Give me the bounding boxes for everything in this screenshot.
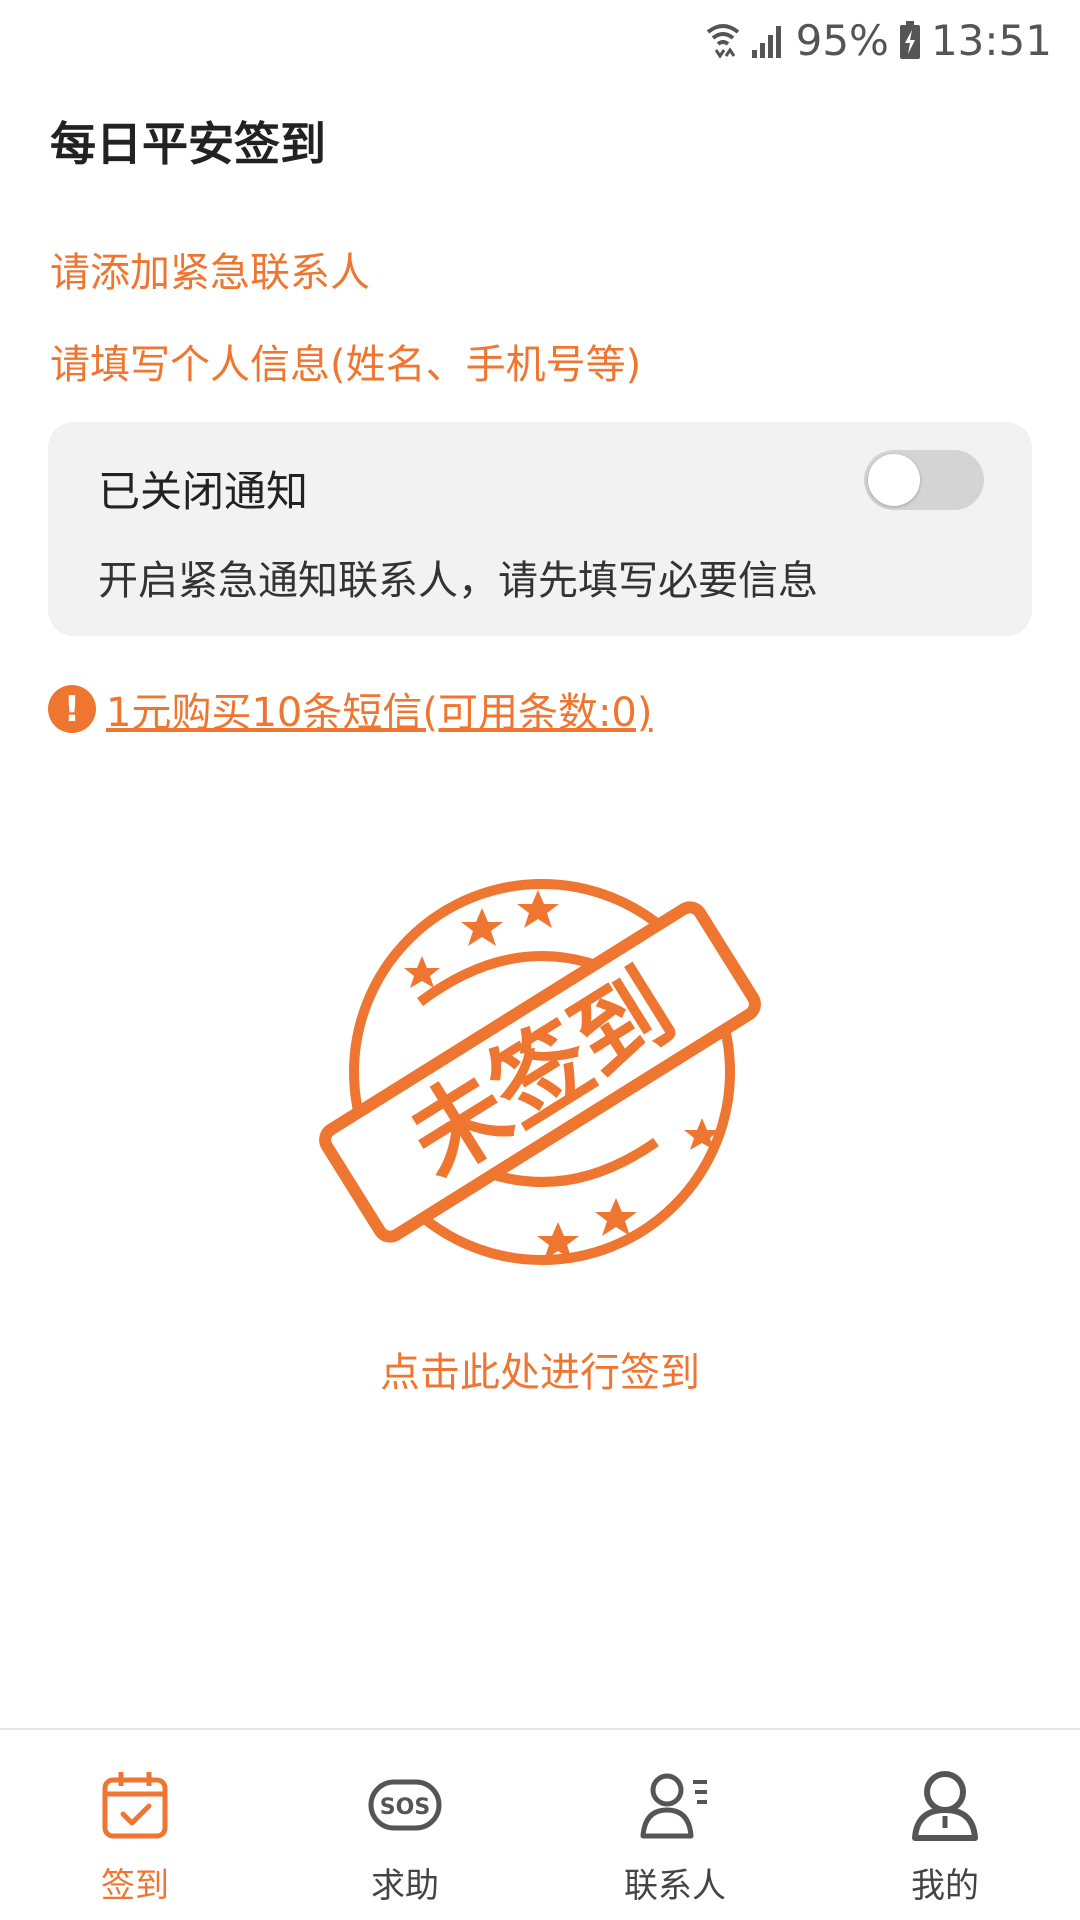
tab-label: 我的 bbox=[911, 1866, 979, 1906]
wifi-icon bbox=[706, 20, 740, 60]
cell-signal-icon bbox=[750, 20, 786, 60]
exclamation-alert-icon: ! bbox=[48, 685, 96, 733]
contact-list-icon bbox=[637, 1766, 713, 1842]
fill-personal-info-link[interactable]: 请填写个人信息(姓名、手机号等) bbox=[50, 332, 641, 390]
sms-purchase-row: ! 1元购买10条短信(可用条数:0) bbox=[48, 680, 652, 738]
tab-checkin[interactable]: 签到 bbox=[0, 1730, 270, 1920]
sos-icon: SOS bbox=[367, 1766, 443, 1842]
tab-contacts[interactable]: 联系人 bbox=[540, 1730, 810, 1920]
tab-label: 签到 bbox=[101, 1866, 169, 1906]
tab-label: 联系人 bbox=[624, 1866, 726, 1906]
status-indicators: 95% 13:51 bbox=[706, 14, 1052, 66]
notification-toggle[interactable] bbox=[864, 450, 984, 510]
checkin-hint[interactable]: 点击此处进行签到 bbox=[0, 1340, 1080, 1398]
bottom-tab-bar: 签到 SOS 求助 联系人 我的 bbox=[0, 1728, 1080, 1920]
tab-label: 求助 bbox=[371, 1866, 439, 1906]
not-checked-in-stamp-icon: 未签到 bbox=[319, 879, 761, 1265]
notification-card: 已关闭通知 开启紧急通知联系人，请先填写必要信息 bbox=[48, 422, 1032, 636]
battery-charging-icon bbox=[899, 20, 921, 60]
status-bar: 95% 13:51 bbox=[0, 0, 1080, 80]
page-title: 每日平安签到 bbox=[50, 117, 326, 171]
buy-sms-link[interactable]: 1元购买10条短信(可用条数:0) bbox=[106, 680, 652, 738]
tab-profile[interactable]: 我的 bbox=[810, 1730, 1080, 1920]
toggle-knob bbox=[868, 454, 920, 506]
calendar-check-icon bbox=[97, 1766, 173, 1842]
tab-sos[interactable]: SOS 求助 bbox=[270, 1730, 540, 1920]
battery-percent: 95% bbox=[795, 15, 889, 65]
svg-text:SOS: SOS bbox=[380, 1795, 430, 1820]
profile-icon bbox=[907, 1766, 983, 1842]
checkin-stamp-button[interactable]: 未签到 bbox=[300, 860, 780, 1280]
notification-status-title: 已关闭通知 bbox=[98, 467, 309, 516]
add-emergency-contact-link[interactable]: 请添加紧急联系人 bbox=[50, 240, 370, 298]
clock: 13:51 bbox=[930, 15, 1052, 65]
notification-description: 开启紧急通知联系人，请先填写必要信息 bbox=[98, 558, 818, 604]
